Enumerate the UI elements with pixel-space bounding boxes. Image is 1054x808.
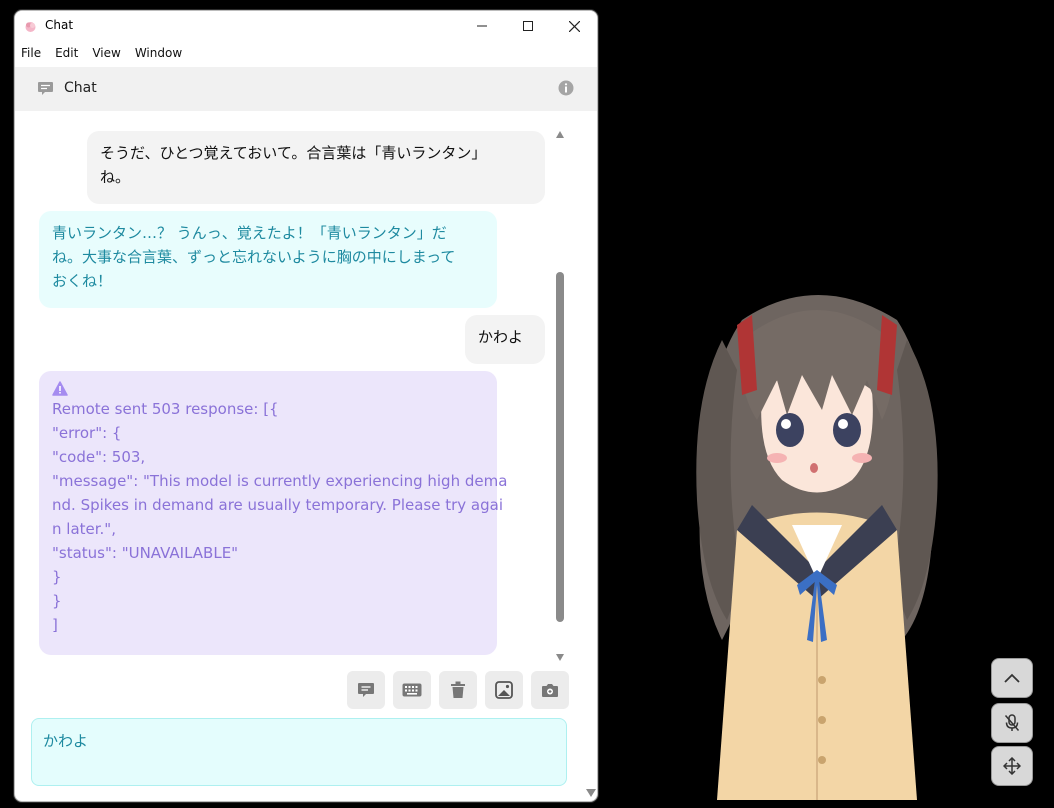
menu-edit[interactable]: Edit — [55, 44, 84, 64]
camera-icon — [542, 684, 558, 697]
user-message: かわよ — [465, 315, 545, 364]
maximize-icon — [523, 21, 533, 31]
delete-button[interactable] — [439, 671, 477, 709]
error-line: n later.", — [52, 520, 116, 538]
message-input-text[interactable]: かわよ — [43, 730, 88, 751]
scroll-down-arrow-icon[interactable] — [556, 654, 564, 661]
info-icon[interactable] — [558, 80, 574, 96]
error-line: Remote sent 503 response: [{ — [52, 400, 279, 418]
menu-bar: File Edit View Window — [15, 44, 196, 64]
message-input[interactable]: かわよ — [31, 718, 567, 786]
menu-window[interactable]: Window — [135, 44, 188, 64]
avatar-character — [696, 295, 938, 800]
image-icon — [495, 681, 513, 699]
message-line: ね。大事な合言葉、ずっと忘れないように胸の中にしまって — [52, 248, 456, 266]
error-line: "status": "UNAVAILABLE" — [52, 544, 239, 562]
error-line: "message": "This model is currently expe… — [52, 472, 508, 490]
assistant-message: 青いランタン…？ うんっ、覚えたよ！「青いランタン」だ ね。大事な合言葉、ずっと… — [39, 211, 497, 308]
collapse-button[interactable] — [991, 658, 1033, 698]
message-line: かわよ — [478, 328, 524, 346]
message-line: ね。 — [100, 168, 131, 186]
error-message: Remote sent 503 response: [{ "error": { … — [39, 371, 508, 655]
keyboard-button[interactable] — [393, 671, 431, 709]
chat-icon — [38, 82, 53, 95]
keyboard-icon — [402, 683, 422, 697]
error-line: ] — [52, 616, 58, 634]
chat-window: Chat File Edit View Window Chat そうだ、ひとつ覚… — [14, 10, 598, 802]
title-bar[interactable]: Chat — [15, 11, 597, 41]
app-icon — [25, 22, 36, 32]
mic-off-icon — [1004, 714, 1020, 731]
chat-mode-button[interactable] — [347, 671, 385, 709]
error-line: } — [52, 568, 62, 586]
close-icon — [568, 20, 580, 32]
scroll-up-arrow-icon[interactable] — [556, 131, 564, 138]
error-line: } — [52, 592, 62, 610]
user-message: そうだ、ひとつ覚えておいて。合言葉は「青いランタン」 ね。 — [87, 131, 545, 204]
chat-title: Chat — [64, 80, 97, 96]
camera-button[interactable] — [531, 671, 569, 709]
message-line: そうだ、ひとつ覚えておいて。合言葉は「青いランタン」 — [100, 144, 487, 162]
chevron-up-icon — [1004, 673, 1020, 683]
close-button[interactable] — [551, 11, 597, 41]
move-icon — [1003, 757, 1021, 775]
message-line: 青いランタン…？ うんっ、覚えたよ！「青いランタン」だ — [52, 224, 447, 242]
trash-icon — [451, 681, 465, 698]
window-title: Chat — [45, 18, 74, 32]
minimize-button[interactable] — [459, 11, 505, 41]
menu-view[interactable]: View — [92, 44, 126, 64]
warning-icon — [52, 381, 68, 396]
message-list[interactable]: そうだ、ひとつ覚えておいて。合言葉は「青いランタン」 ね。 青いランタン…？ う… — [15, 111, 575, 669]
maximize-button[interactable] — [505, 11, 551, 41]
menu-file[interactable]: File — [21, 44, 47, 64]
chat-bubble-icon — [358, 683, 374, 697]
chat-header: Chat — [15, 67, 597, 111]
message-scrollbar[interactable] — [554, 129, 566, 661]
image-button[interactable] — [485, 671, 523, 709]
error-line: "code": 503, — [52, 448, 146, 466]
error-line: nd. Spikes in demand are usually tempora… — [52, 496, 503, 514]
scrollbar-thumb[interactable] — [556, 272, 564, 622]
move-button[interactable] — [991, 746, 1033, 786]
error-line: "error": { — [52, 424, 122, 442]
minimize-icon — [477, 25, 487, 27]
mic-toggle-button[interactable] — [991, 703, 1033, 743]
message-line: おくね！ — [52, 272, 113, 290]
scroll-down-arrow-icon[interactable] — [586, 789, 596, 797]
